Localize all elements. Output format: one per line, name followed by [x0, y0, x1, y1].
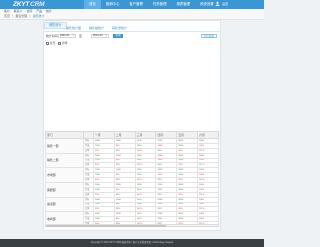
date-to-label: 至	[79, 33, 82, 38]
column-header: 六月	[197, 131, 219, 139]
tab-divider	[44, 31, 220, 32]
user-icon[interactable]	[215, 1, 220, 6]
column-header: 一月	[93, 131, 115, 139]
breadcrumb-item: >	[11, 14, 14, 18]
column-header	[83, 131, 94, 139]
date-to-select[interactable]: 2016-12 ▾	[91, 34, 109, 38]
column-header: 三月	[134, 131, 157, 139]
nav-item[interactable]: 任务管理	[148, 0, 172, 9]
settings-link[interactable]: 设置	[222, 0, 228, 9]
column-header: 四月	[155, 131, 178, 139]
date-from-select[interactable]: 2016-01 ▾	[58, 34, 76, 38]
filter-bar: 统计时间: 2016-01 ▾ 至 2016-12 ▾ 查询 导出报表	[46, 34, 218, 40]
column-header: 五月	[176, 131, 199, 139]
breadcrumb-item[interactable]: 销售统计	[33, 14, 45, 19]
nav-item[interactable]: 客户管理	[124, 0, 148, 9]
column-header: 二月	[113, 131, 136, 139]
main-nav: 首页 营销中心 客户管理 任务管理 报表管理 系统设置	[84, 0, 219, 9]
group-name: 销售一部	[45, 138, 84, 154]
group-name: 市场部	[45, 167, 84, 184]
tab-2[interactable]: 销售量统计	[112, 26, 127, 30]
group-name: 销售二部	[45, 152, 84, 169]
search-button[interactable]: 查询	[113, 34, 123, 38]
table-header: 部门 一月 二月 三月 四月 五月 六月	[45, 131, 219, 139]
breadcrumb: 首页 > 报表管理 > 销售统计	[4, 14, 46, 19]
app-logo[interactable]: ZKYTCRM	[13, 1, 45, 8]
monthly-label: 按月	[50, 42, 56, 45]
nav-item[interactable]: 营销中心	[101, 0, 125, 9]
scrollbar-thumb[interactable]	[46, 225, 166, 227]
group-name: 客服部	[45, 182, 84, 198]
column-header: 部门	[45, 131, 84, 139]
submenu-item[interactable]: 统计	[46, 9, 52, 14]
group-name: 渠道部	[45, 196, 84, 213]
quarterly-checkbox[interactable]	[58, 41, 62, 45]
chevron-down-icon: ▾	[72, 34, 74, 37]
export-button[interactable]: 导出报表	[201, 34, 217, 38]
nav-item[interactable]: 报表管理	[171, 0, 195, 9]
breadcrumb-item: >	[29, 14, 31, 18]
date-from-label: 统计时间:	[46, 33, 59, 38]
monthly-checkbox[interactable]	[46, 41, 49, 45]
sub-toolbar: 客户 联系人 合同 产品 统计 首页 > 报表管理 > 销售统计	[0, 9, 264, 20]
panel-title: 销售统计	[44, 22, 67, 29]
breadcrumb-item[interactable]: 报表管理	[15, 14, 27, 19]
tab-0[interactable]: 销售统计图	[66, 26, 81, 30]
report-tabs: 销售统计图 销售额统计 销售量统计	[66, 26, 135, 30]
sales-table: 部门 一月 二月 三月 四月 五月 六月 销售一部 目标 2000 1000 1500 2000 300…	[45, 131, 219, 228]
tab-1[interactable]: 销售额统计	[89, 26, 104, 30]
nav-item[interactable]: 首页	[84, 0, 101, 9]
period-checkboxes: 按月 按季	[46, 41, 70, 45]
footer: Copyright © 2016 ZKYT CRM 版权所有 | 客户关系管理系…	[0, 239, 264, 247]
quarterly-label: 按季	[62, 42, 68, 45]
breadcrumb-item[interactable]: 首页	[4, 14, 10, 19]
chevron-down-icon: ▾	[105, 34, 107, 37]
